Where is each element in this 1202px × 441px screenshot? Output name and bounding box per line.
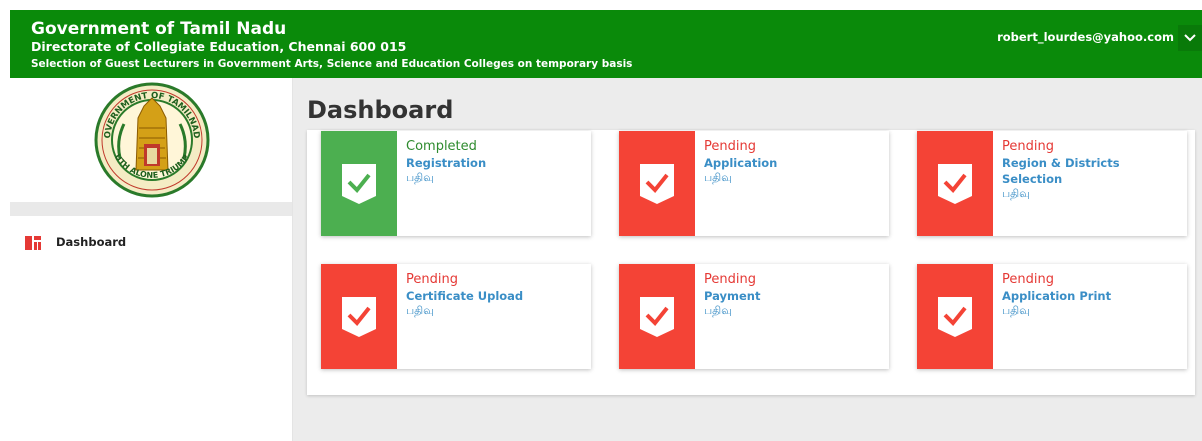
status-label: Pending: [704, 139, 756, 154]
card-title[interactable]: Application Print: [1002, 288, 1182, 304]
shield-check-icon: [938, 163, 972, 204]
status-label: Pending: [1002, 139, 1054, 154]
card-icon-box: [619, 131, 695, 236]
card-title[interactable]: Certificate Upload: [406, 288, 586, 304]
header-subtitle: Directorate of Collegiate Education, Che…: [31, 39, 407, 54]
sidebar-divider: [10, 202, 292, 216]
card-application-print[interactable]: Pending Application Print பதிவு: [917, 264, 1187, 369]
shield-check-icon: [342, 163, 376, 204]
card-subtitle: பதிவு: [1002, 187, 1030, 200]
shield-check-icon: [640, 163, 674, 204]
card-title[interactable]: Application: [704, 155, 884, 171]
card-icon-box: [619, 264, 695, 369]
main-content: Dashboard Completed Registration பதிவு P…: [293, 78, 1202, 441]
shield-check-icon: [342, 296, 376, 337]
header-title: Government of Tamil Nadu: [31, 19, 287, 39]
card-title[interactable]: Payment: [704, 288, 884, 304]
sidebar-item-dashboard[interactable]: Dashboard: [10, 228, 292, 256]
card-certificate-upload[interactable]: Pending Certificate Upload பதிவு: [321, 264, 591, 369]
status-label: Pending: [1002, 272, 1054, 287]
status-label: Pending: [704, 272, 756, 287]
status-label: Pending: [406, 272, 458, 287]
card-title[interactable]: Registration: [406, 155, 586, 171]
card-subtitle: பதிவு: [704, 304, 732, 317]
tamil-nadu-emblem-logo: GOVERNMENT OF TAMILNADU TRUTH ALONE TRIU…: [89, 71, 212, 200]
card-subtitle: பதிவு: [1002, 304, 1030, 317]
card-icon-box: [321, 131, 397, 236]
top-header: Government of Tamil Nadu Directorate of …: [10, 10, 1202, 78]
shield-check-icon: [640, 296, 674, 337]
card-registration[interactable]: Completed Registration பதிவு: [321, 131, 591, 236]
shield-check-icon: [938, 296, 972, 337]
card-region-districts-selection[interactable]: Pending Region & Districts Selection பதி…: [917, 131, 1187, 236]
emblem-icon: GOVERNMENT OF TAMILNADU TRUTH ALONE TRIU…: [89, 71, 210, 198]
user-email[interactable]: robert_lourdes@yahoo.com: [997, 30, 1174, 44]
dashboard-icon: [25, 235, 41, 250]
card-icon-box: [917, 264, 993, 369]
sidebar-item-label: Dashboard: [56, 235, 127, 249]
card-title[interactable]: Region & Districts: [1002, 155, 1182, 171]
card-subtitle: பதிவு: [704, 171, 732, 184]
card-application[interactable]: Pending Application பதிவு: [619, 131, 889, 236]
card-subtitle: பதிவு: [406, 304, 434, 317]
sidebar: GOVERNMENT OF TAMILNADU TRUTH ALONE TRIU…: [10, 71, 293, 441]
card-payment[interactable]: Pending Payment பதிவு: [619, 264, 889, 369]
card-icon-box: [321, 264, 397, 369]
page-title: Dashboard: [307, 96, 454, 124]
header-description: Selection of Guest Lecturers in Governme…: [31, 58, 633, 70]
status-label: Completed: [406, 139, 477, 154]
user-menu-button[interactable]: [1178, 25, 1202, 51]
card-title-line2[interactable]: Selection: [1002, 171, 1182, 187]
card-subtitle: பதிவு: [406, 171, 434, 184]
card-icon-box: [917, 131, 993, 236]
chevron-down-icon: [1184, 34, 1196, 42]
